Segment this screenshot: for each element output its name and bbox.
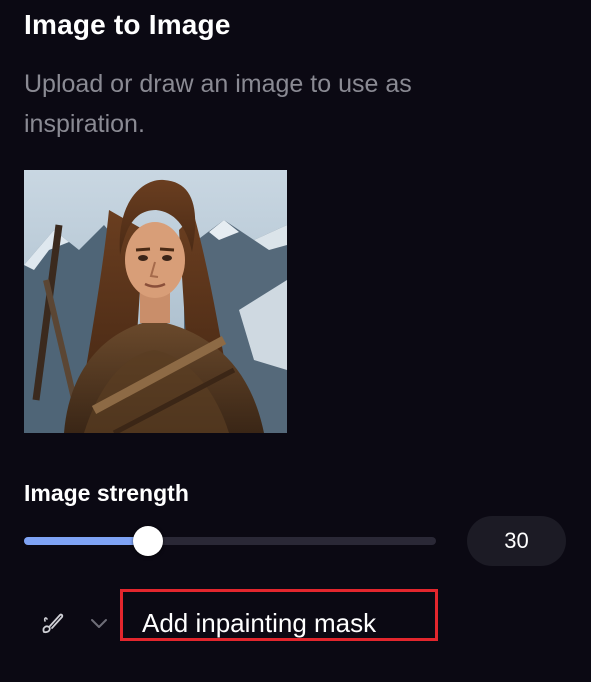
slider-thumb[interactable]: [132, 526, 163, 556]
section-description: Upload or draw an image to use as inspir…: [24, 70, 412, 138]
section-title: Image to Image: [24, 9, 231, 40]
image-strength-slider[interactable]: [24, 526, 436, 556]
init-image-preview[interactable]: [24, 170, 287, 433]
init-image-picture: [24, 170, 287, 433]
slider-fill: [24, 537, 148, 545]
brush-icon[interactable]: [38, 608, 68, 638]
chevron-down-icon[interactable]: [88, 612, 110, 634]
add-inpainting-mask-button[interactable]: Add inpainting mask: [120, 589, 438, 641]
image-strength-value[interactable]: 30: [467, 516, 566, 566]
image-strength-label: Image strength: [24, 480, 189, 506]
